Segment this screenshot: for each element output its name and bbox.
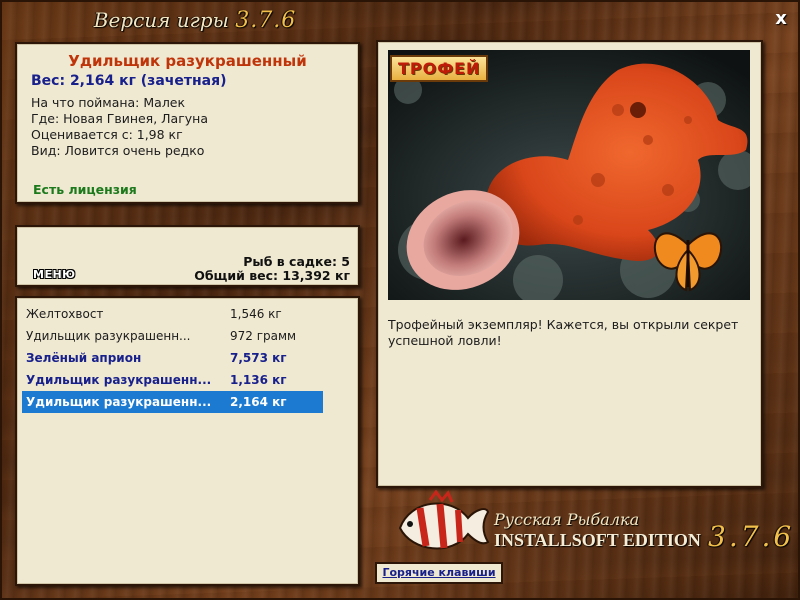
trophy-caption: Трофейный экземпляр! Кажется, вы открыли… bbox=[388, 317, 739, 348]
catch-row-name: Желтохвост bbox=[26, 307, 104, 321]
license-status: Есть лицензия bbox=[33, 182, 137, 197]
title-prefix: Версия игры bbox=[93, 8, 229, 32]
catch-row-weight: 972 грамм bbox=[230, 329, 297, 343]
fish-location: Где: Новая Гвинея, Лагуна bbox=[31, 111, 209, 126]
catch-row-name: Зелёный априон bbox=[26, 351, 142, 365]
window-title: Версия игры 3.7.6 bbox=[0, 8, 390, 33]
catch-row-name: Удильщик разукрашенн... bbox=[26, 329, 191, 343]
brand-edition: INSTALLSOFT EDITION bbox=[494, 530, 701, 550]
fish-valued-from: Оценивается с: 1,98 кг bbox=[31, 127, 183, 142]
cage-fish-count: Рыб в садке: 5 bbox=[243, 254, 350, 269]
catch-row-name: Удильщик разукрашенн... bbox=[26, 395, 212, 409]
close-icon: x bbox=[775, 8, 787, 29]
close-button[interactable]: x bbox=[770, 8, 792, 30]
fish-photo-panel: ТРОФЕЙ Трофейный экземпляр! Кажется, вы … bbox=[376, 40, 763, 488]
brand-fish-logo bbox=[398, 490, 490, 550]
catch-row-name: Удильщик разукрашенн... bbox=[26, 373, 212, 387]
catch-row[interactable]: Удильщик разукрашенн... 1,136 кг bbox=[22, 369, 323, 391]
catch-list-panel: Желтохвост 1,546 кг Удильщик разукрашенн..… bbox=[15, 296, 360, 586]
hotkeys-button[interactable]: Горячие клавиши bbox=[375, 562, 503, 584]
catch-row[interactable]: Зелёный априон 7,573 кг bbox=[22, 347, 323, 369]
fish-photo: ТРОФЕЙ bbox=[388, 50, 750, 300]
catch-row-weight: 1,546 кг bbox=[230, 307, 282, 321]
fish-bait: На что поймана: Малек bbox=[31, 95, 186, 110]
title-version: 3.7.6 bbox=[235, 8, 297, 33]
frogfish-image bbox=[388, 50, 750, 300]
cage-summary-panel: МЕНЮ Рыб в садке: 5 Общий вес: 13,392 кг bbox=[15, 225, 360, 287]
catch-row[interactable]: Удильщик разукрашенн... 2,164 кг bbox=[22, 391, 323, 413]
brand-title: Русская Рыбалка bbox=[494, 510, 640, 529]
fish-rarity: Вид: Ловится очень редко bbox=[31, 143, 205, 158]
catch-row-weight: 2,164 кг bbox=[230, 395, 287, 409]
menu-button[interactable]: МЕНЮ bbox=[33, 268, 76, 281]
catch-row-weight: 1,136 кг bbox=[230, 373, 287, 387]
brand-area: Русская Рыбалка INSTALLSOFT EDITION 3.7.… bbox=[390, 490, 791, 560]
fish-weight: Вес: 2,164 кг (зачетная) bbox=[31, 73, 227, 89]
catch-row[interactable]: Желтохвост 1,546 кг bbox=[22, 303, 323, 325]
catch-row-weight: 7,573 кг bbox=[230, 351, 287, 365]
catch-list: Желтохвост 1,546 кг Удильщик разукрашенн..… bbox=[22, 303, 353, 413]
brand-version: 3.7.6 bbox=[708, 520, 795, 553]
cage-total-weight: Общий вес: 13,392 кг bbox=[194, 268, 350, 283]
fish-name: Удильщик разукрашенный bbox=[68, 52, 307, 70]
catch-row[interactable]: Удильщик разукрашенн... 972 грамм bbox=[22, 325, 323, 347]
trophy-badge: ТРОФЕЙ bbox=[390, 55, 489, 82]
fish-info-panel: Удильщик разукрашенный Вес: 2,164 кг (за… bbox=[15, 42, 360, 204]
